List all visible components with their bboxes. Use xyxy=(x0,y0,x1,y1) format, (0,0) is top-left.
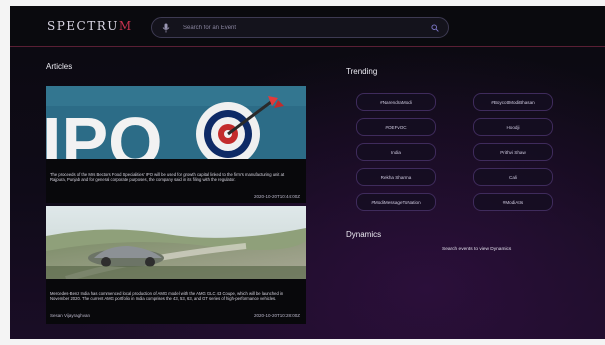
logo-accent-text: M xyxy=(118,19,133,33)
search-bar[interactable] xyxy=(151,17,449,38)
trending-tag[interactable]: India xyxy=(356,143,436,161)
trending-tag[interactable]: #ModiMessageToNation xyxy=(356,193,436,211)
search-icon[interactable] xyxy=(429,22,441,34)
article-card[interactable]: IPO The proceeds of the Mrs Bectors Food… xyxy=(46,86,306,203)
trending-tag[interactable]: #NarendraModi xyxy=(356,93,436,111)
article-author: Sesan Vijayraghvan xyxy=(50,313,90,318)
article-image-car xyxy=(46,206,306,279)
article-timestamp: 2020-10-20T10:28:00Z xyxy=(253,313,300,318)
article-text: The proceeds of the Mrs Bectors Food Spe… xyxy=(50,172,285,182)
trending-title: Trending xyxy=(346,67,378,76)
svg-text:IPO: IPO xyxy=(46,103,163,159)
article-image-ipo: IPO xyxy=(46,86,306,159)
logo-text: SPECTRU xyxy=(47,19,119,33)
app-window: SPECTRUM Articles xyxy=(10,6,605,339)
trending-tag[interactable]: Hoodji xyxy=(473,118,553,136)
microphone-icon[interactable] xyxy=(159,21,173,35)
trending-tag[interactable]: Prithvi Shaw xyxy=(473,143,553,161)
article-card[interactable]: Mercedes-Benz India has commenced local … xyxy=(46,206,306,324)
trending-tag[interactable]: #BoycottModiBhasan xyxy=(473,93,553,111)
search-input[interactable] xyxy=(181,23,429,32)
dynamics-title: Dynamics xyxy=(346,230,382,239)
dynamics-empty-message: Search events to view Dynamics xyxy=(442,247,512,252)
header-bar: SPECTRUM xyxy=(10,6,605,47)
article-text: Mercedes-Benz India has commenced local … xyxy=(50,291,284,301)
trending-tag[interactable]: Rekha Sharma xyxy=(356,168,436,186)
trending-tag[interactable]: #OEFvOC xyxy=(356,118,436,136)
trending-tag[interactable]: Cali xyxy=(473,168,553,186)
app-logo[interactable]: SPECTRUM xyxy=(47,19,133,33)
trending-tag[interactable]: #ModiAtIs xyxy=(473,193,553,211)
article-timestamp: 2020-10-20T10:44:00Z xyxy=(253,194,300,199)
articles-title: Articles xyxy=(46,62,73,71)
